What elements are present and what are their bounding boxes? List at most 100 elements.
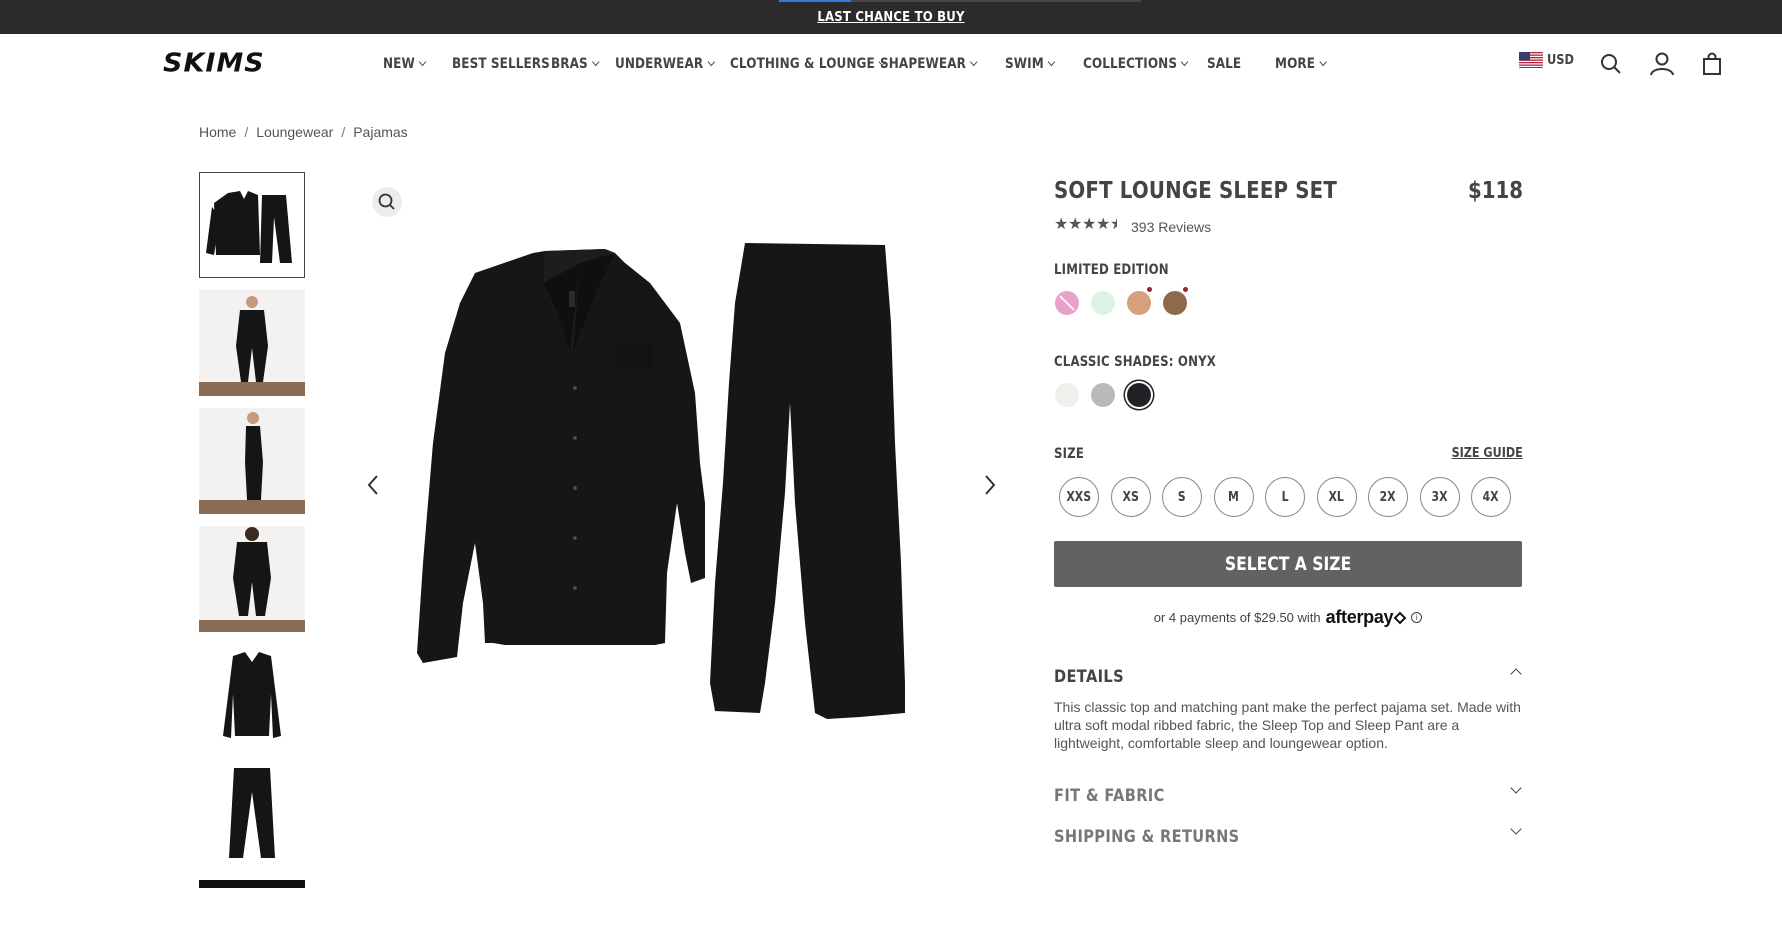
new-indicator-dot	[1147, 287, 1152, 292]
size-option-4x[interactable]: 4X	[1471, 477, 1511, 517]
breadcrumb-separator: /	[341, 124, 346, 140]
classic-color-swatch[interactable]	[1055, 383, 1079, 407]
logo[interactable]: SKIMS	[163, 49, 265, 78]
size-guide-link[interactable]: SIZE GUIDE	[1452, 446, 1523, 461]
chevron-down-icon	[591, 57, 600, 67]
size-option-label: 2X	[1379, 489, 1397, 505]
promo-link[interactable]: LAST CHANCE TO BUY	[0, 10, 1782, 25]
thumbnail-flat-lay-set[interactable]	[199, 172, 305, 278]
account-icon[interactable]	[1649, 51, 1674, 76]
us-flag-icon[interactable]	[1519, 52, 1543, 68]
chevron-down-icon	[1319, 57, 1327, 67]
thumbnail-model-side[interactable]	[199, 408, 305, 514]
chevron-down-icon	[707, 57, 715, 67]
nav-item-sale[interactable]: SALE	[1207, 56, 1241, 72]
limited-color-swatch[interactable]	[1055, 291, 1079, 315]
star-icon: ★	[1082, 217, 1095, 233]
chevron-up-icon[interactable]	[1510, 668, 1522, 680]
nav-item-label: SHAPEWEAR	[880, 56, 966, 72]
search-icon[interactable]	[1599, 52, 1623, 76]
currency-selector[interactable]: USD	[1547, 53, 1574, 68]
reviews-link[interactable]: 393 Reviews	[1131, 219, 1211, 235]
promo-bar: LAST CHANCE TO BUY	[0, 0, 1782, 34]
fit-fabric-accordion-title[interactable]: FIT & FABRIC	[1054, 786, 1165, 806]
star-icon: ★	[1068, 217, 1081, 233]
thumbnail-model-closeup[interactable]	[199, 526, 305, 632]
nav-item-bras[interactable]: BRAS	[551, 56, 600, 72]
nav-item-label: MORE	[1275, 56, 1316, 72]
nav-item-collections[interactable]: COLLECTIONS	[1083, 56, 1189, 72]
promo-progress-track	[779, 0, 1141, 2]
size-option-xxs[interactable]: XXS	[1059, 477, 1099, 517]
size-option-m[interactable]: M	[1213, 477, 1254, 517]
size-option-label: 4X	[1482, 489, 1500, 505]
breadcrumb-pajamas[interactable]: Pajamas	[353, 124, 407, 140]
size-options: XXS XS S M L XL 2X 3X 4X	[1059, 477, 1511, 517]
select-size-button[interactable]: SELECT A SIZE	[1054, 541, 1522, 587]
thumbnail-pant-flat[interactable]	[199, 762, 305, 868]
size-option-xs[interactable]: XS	[1110, 477, 1151, 517]
size-label: SIZE	[1054, 446, 1085, 462]
select-size-label: SELECT A SIZE	[1224, 553, 1352, 575]
size-option-2x[interactable]: 2X	[1368, 477, 1408, 517]
product-price: $118	[1467, 178, 1523, 204]
limited-edition-label: LIMITED EDITION	[1054, 262, 1169, 278]
nav-item-clothing-lounge[interactable]: CLOTHING & LOUNGE	[730, 56, 887, 72]
breadcrumb-home[interactable]: Home	[199, 124, 236, 140]
main-product-image[interactable]	[415, 243, 940, 763]
nav-item-label: COLLECTIONS	[1083, 56, 1178, 72]
chevron-down-icon[interactable]	[1510, 823, 1522, 835]
classic-color-swatch[interactable]	[1091, 383, 1115, 407]
bag-icon[interactable]	[1700, 52, 1724, 76]
afterpay-logo: afterpay	[1325, 607, 1394, 627]
size-option-l[interactable]: L	[1265, 477, 1305, 517]
size-option-xl[interactable]: XL	[1316, 477, 1357, 517]
size-option-label: L	[1281, 489, 1289, 505]
size-option-s[interactable]: S	[1162, 477, 1202, 517]
nav-item-new[interactable]: NEW	[383, 56, 427, 72]
details-accordion-title[interactable]: DETAILS	[1054, 667, 1124, 687]
thumbnail-model-front[interactable]	[199, 290, 305, 396]
chevron-down-icon	[418, 57, 427, 67]
nav-item-label: SWIM	[1005, 56, 1044, 72]
thumbnail-top-flat[interactable]	[199, 644, 305, 750]
nav-item-swim[interactable]: SWIM	[1005, 56, 1056, 72]
chevron-down-icon	[1047, 57, 1056, 67]
nav-item-label: BRAS	[551, 56, 588, 72]
limited-color-swatch[interactable]	[1163, 291, 1187, 315]
nav-item-label: UNDERWEAR	[615, 56, 704, 72]
next-image-arrow[interactable]	[980, 470, 1000, 500]
limited-color-swatch[interactable]	[1091, 291, 1115, 315]
shipping-returns-accordion-title[interactable]: SHIPPING & RETURNS	[1054, 827, 1240, 847]
breadcrumb: Home / Loungewear / Pajamas	[199, 124, 408, 140]
size-option-label: 3X	[1431, 489, 1448, 505]
zoom-button[interactable]	[372, 187, 402, 217]
classic-color-swatch[interactable]	[1127, 383, 1151, 407]
thumbnail-scrollbar[interactable]	[199, 880, 305, 888]
nav-item-label: CLOTHING & LOUNGE	[730, 56, 875, 72]
chevron-down-icon[interactable]	[1510, 782, 1522, 794]
breadcrumb-loungewear[interactable]: Loungewear	[256, 124, 333, 140]
promo-progress-fill	[779, 0, 852, 2]
product-title: SOFT LOUNGE SLEEP SET	[1054, 178, 1338, 204]
nav-item-best-sellers[interactable]: BEST SELLERS	[452, 56, 550, 72]
size-option-label: XXS	[1066, 489, 1092, 505]
size-option-3x[interactable]: 3X	[1419, 477, 1460, 517]
nav-item-shapewear[interactable]: SHAPEWEAR	[880, 56, 978, 72]
star-icon: ★	[1054, 217, 1067, 233]
rating[interactable]: ★★★★★ 393 Reviews	[1054, 217, 1211, 237]
star-icon: ★	[1096, 217, 1109, 233]
thumbnail-list	[199, 172, 305, 880]
info-icon[interactable]: i	[1411, 612, 1423, 623]
size-option-label: S	[1178, 489, 1186, 505]
star-icon: ★	[1110, 217, 1123, 237]
afterpay-message: or 4 payments of $29.50 with afterpay i	[1054, 607, 1522, 628]
breadcrumb-separator: /	[244, 124, 249, 140]
previous-image-arrow[interactable]	[363, 470, 383, 500]
nav-item-underwear[interactable]: UNDERWEAR	[615, 56, 715, 72]
afterpay-text: or 4 payments of $29.50 with	[1153, 610, 1321, 625]
nav-item-label: NEW	[383, 56, 415, 72]
chevron-down-icon	[1181, 57, 1189, 67]
limited-color-swatch[interactable]	[1127, 291, 1151, 315]
nav-item-more[interactable]: MORE	[1275, 56, 1327, 72]
